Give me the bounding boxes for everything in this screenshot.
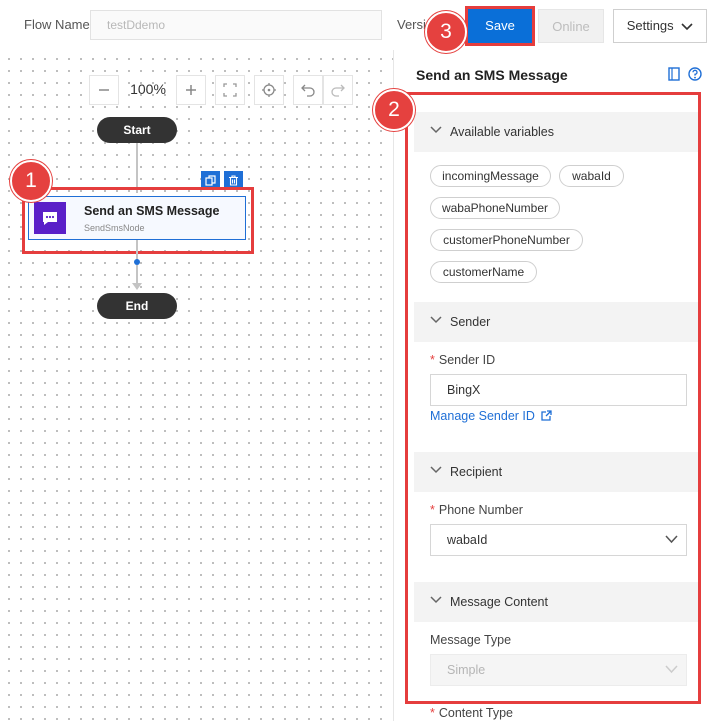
top-bar: Flow Name testDdemo Version Save Online … (0, 0, 715, 50)
node-title: Send an SMS Message (84, 204, 220, 218)
save-button[interactable]: Save (465, 6, 535, 46)
fit-view-button[interactable] (215, 75, 245, 105)
message-icon (43, 212, 57, 225)
center-view-button[interactable] (254, 75, 284, 105)
canvas-divider (382, 62, 393, 721)
content-type-label: * Content Type (430, 706, 514, 720)
redo-button[interactable] (323, 75, 353, 105)
trash-icon (229, 175, 238, 186)
flow-name-input[interactable]: testDdemo (90, 10, 382, 40)
zoom-out-button[interactable] (89, 75, 119, 105)
help-icon[interactable] (688, 67, 702, 81)
end-connector-bottom (136, 265, 138, 285)
flow-canvas[interactable] (0, 50, 393, 721)
crosshair-icon (262, 83, 276, 97)
version-label: Version (397, 17, 427, 32)
undo-icon (301, 84, 315, 97)
settings-label: Settings (626, 18, 674, 33)
callout-badge-2: 2 (373, 89, 415, 131)
fullscreen-icon (223, 83, 237, 97)
zoom-level: 100% (130, 81, 166, 97)
node-icon-tile (34, 202, 66, 234)
undo-button[interactable] (293, 75, 323, 105)
plus-icon (186, 85, 196, 95)
minus-icon (99, 89, 109, 91)
panel-title: Send an SMS Message (416, 67, 568, 83)
start-connector (136, 143, 138, 193)
panel-highlight-box (405, 92, 701, 704)
callout-badge-1: 1 (10, 160, 52, 202)
node-subtitle: SendSmsNode (84, 223, 145, 233)
end-connector-top (136, 240, 138, 260)
copy-icon (205, 175, 216, 186)
callout-badge-3: 3 (425, 11, 467, 53)
sms-node[interactable]: Send an SMS Message SendSmsNode (28, 196, 246, 240)
zoom-in-button[interactable] (176, 75, 206, 105)
flow-name-label: Flow Name (24, 17, 90, 32)
book-icon[interactable] (668, 67, 681, 81)
start-node[interactable]: Start (97, 117, 177, 143)
online-button[interactable]: Online (538, 9, 604, 43)
redo-icon (331, 84, 345, 97)
end-node[interactable]: End (97, 293, 177, 319)
arrow-down-icon (132, 283, 142, 290)
chevron-down-icon (681, 22, 693, 30)
settings-button[interactable]: Settings (613, 9, 707, 43)
